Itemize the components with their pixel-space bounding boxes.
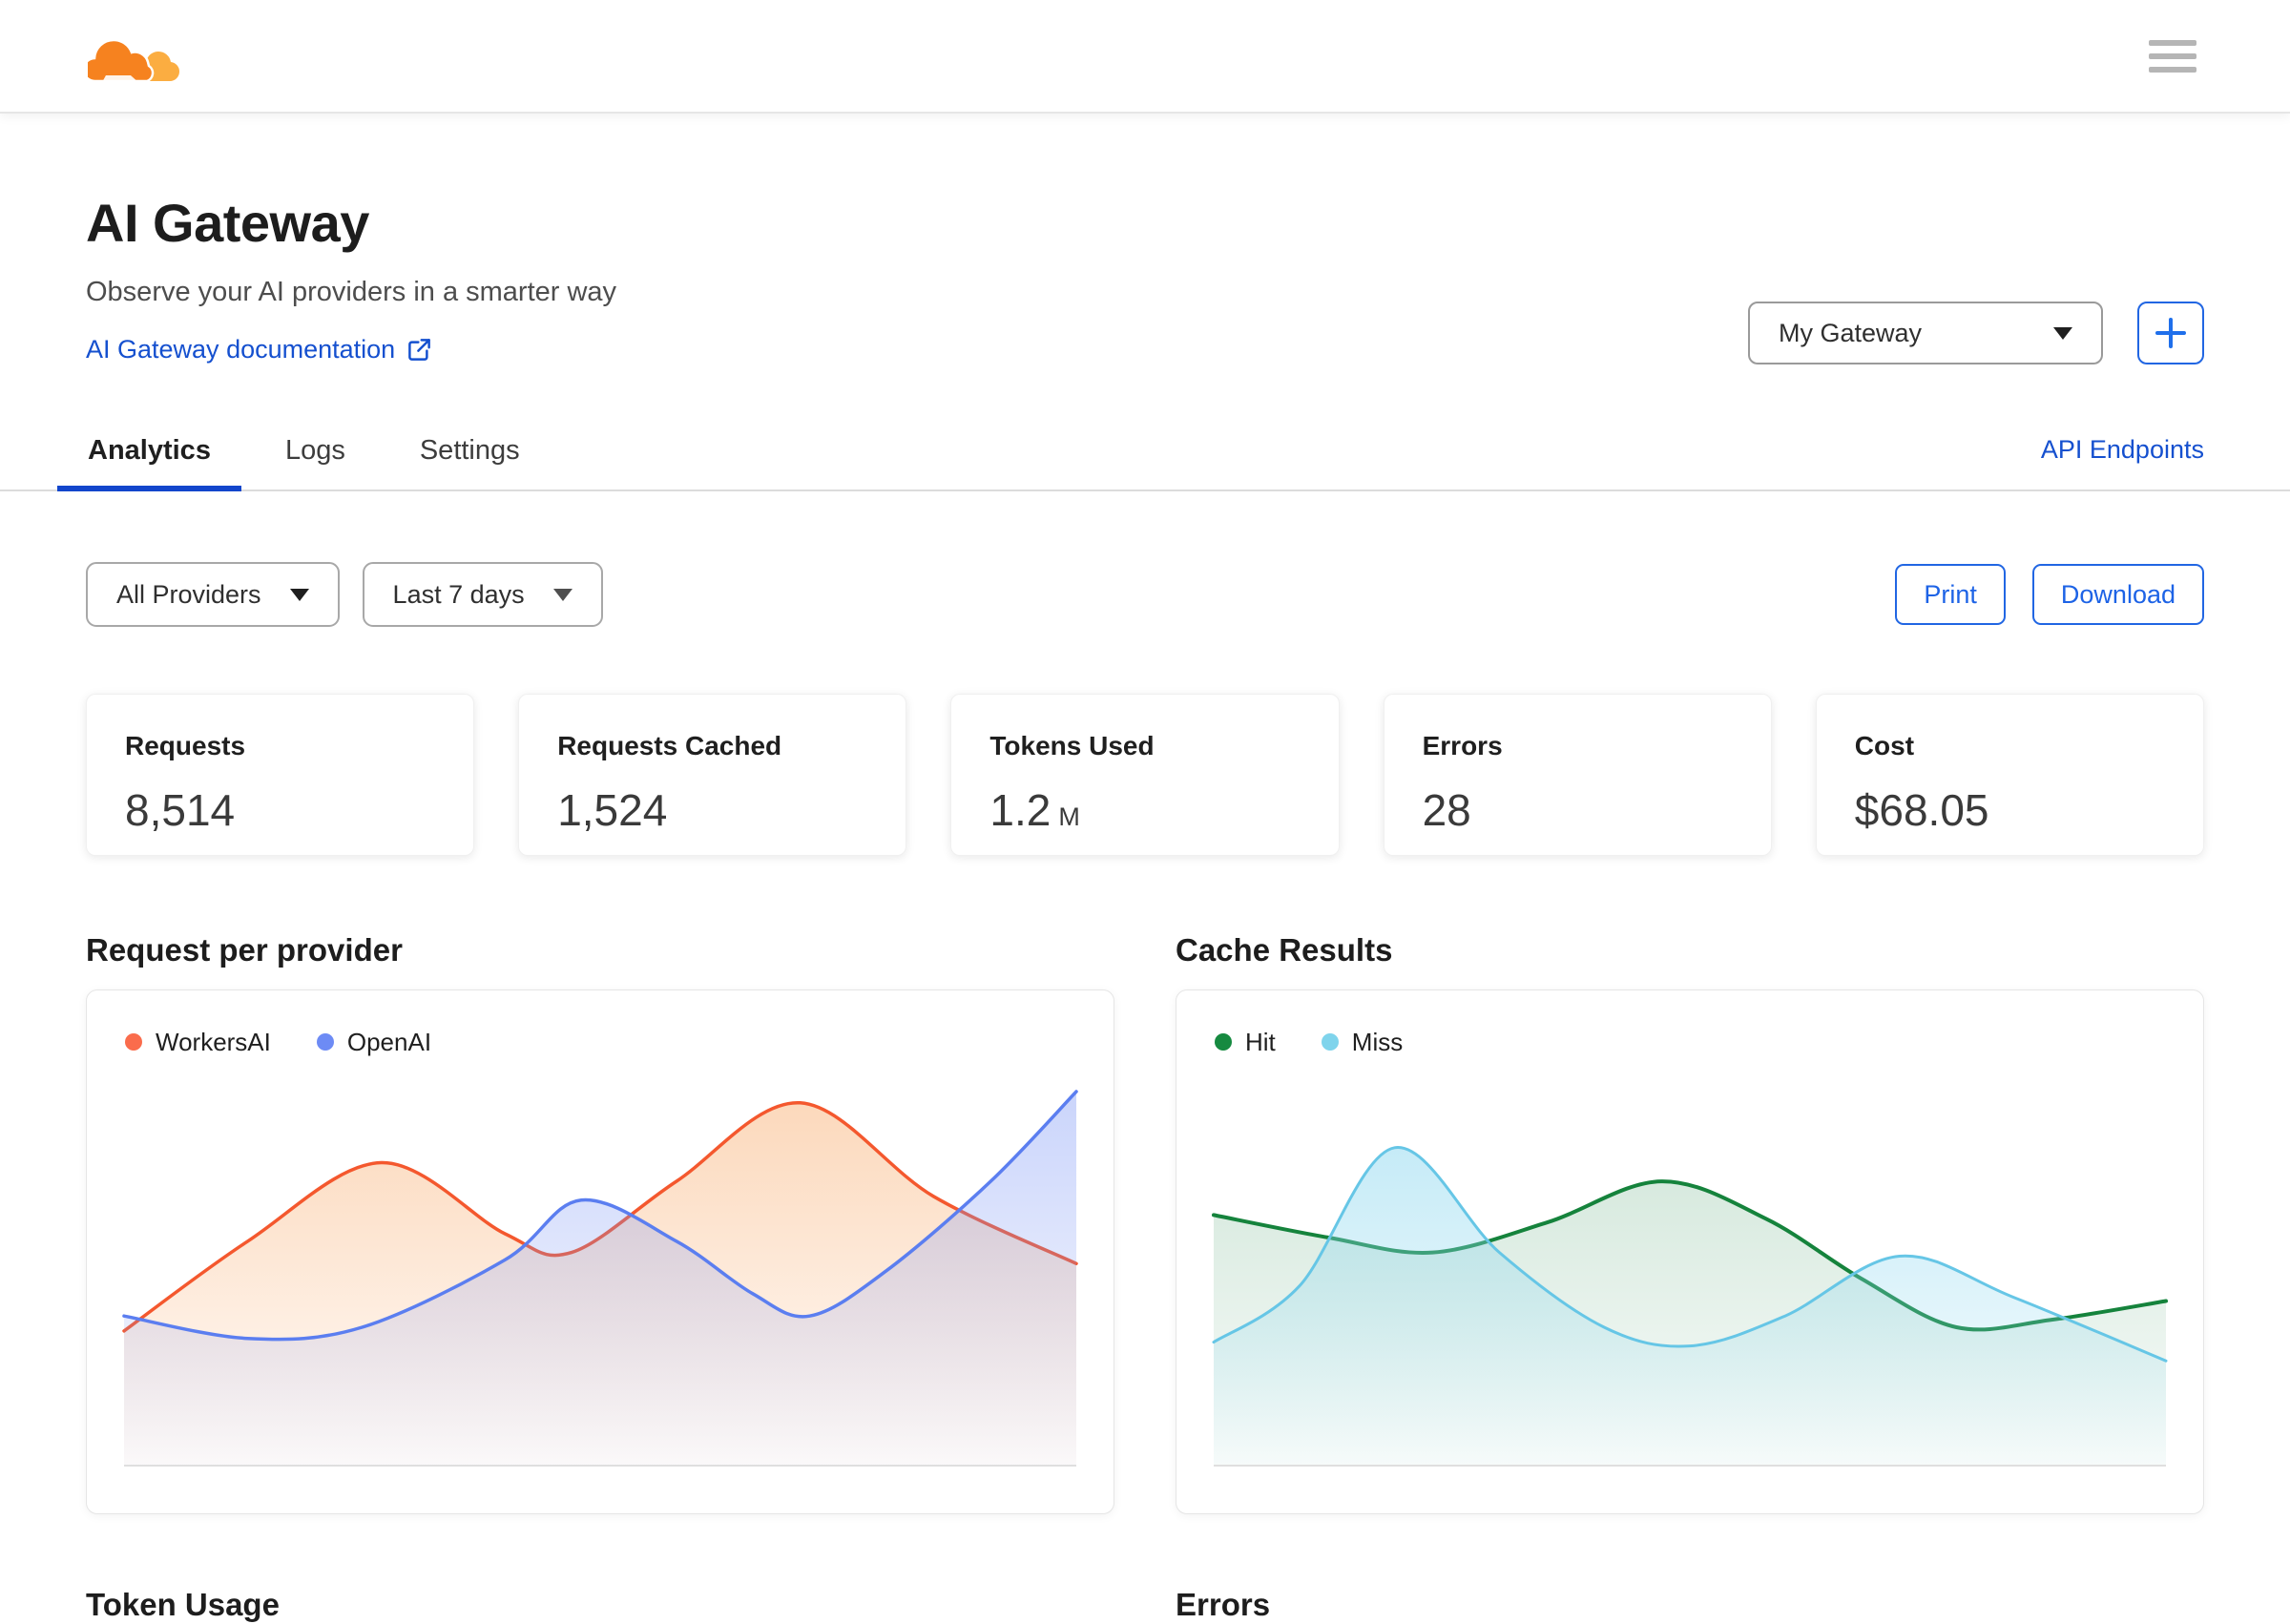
chart-title: Request per provider xyxy=(86,932,403,968)
stat-label: Requests Cached xyxy=(557,731,782,760)
legend-item-openai: OpenAI xyxy=(316,1027,432,1057)
stat-label: Requests xyxy=(125,731,246,760)
legend-item-workersai: WorkersAI xyxy=(125,1028,271,1057)
print-button[interactable]: Print xyxy=(1895,564,2006,625)
legend-dot-icon xyxy=(1215,1033,1232,1051)
more-charts-row: Token Usage Errors xyxy=(86,1587,2204,1623)
gateway-controls: My Gateway xyxy=(1748,302,2204,364)
tab-logs-label: Logs xyxy=(284,435,345,466)
chevron-down-icon xyxy=(552,588,572,601)
page-title: AI Gateway xyxy=(86,193,369,253)
provider-filter-select[interactable]: All Providers xyxy=(86,562,340,627)
tab-analytics-label: Analytics xyxy=(88,435,211,466)
tab-analytics[interactable]: Analytics xyxy=(57,426,241,491)
legend-dot-icon xyxy=(316,1033,334,1051)
stat-value-suffix: M xyxy=(1058,802,1081,831)
cloudflare-cloud-icon xyxy=(88,38,179,82)
chart-card: WorkersAI OpenAI xyxy=(86,989,1114,1514)
chart-title-errors: Errors xyxy=(1176,1587,1271,1622)
documentation-link[interactable]: AI Gateway documentation xyxy=(86,335,432,364)
plus-icon xyxy=(2155,318,2186,348)
stats-row: Requests 8,514 Requests Cached 1,524 Tok… xyxy=(86,694,2204,856)
legend-label: Miss xyxy=(1351,1027,1404,1056)
stat-value: $68.05 xyxy=(1854,785,1989,835)
stat-card-requests: Requests 8,514 xyxy=(86,694,475,856)
tab-bar: Analytics Logs Settings API Endpoints xyxy=(0,426,2290,491)
api-endpoints-link[interactable]: API Endpoints xyxy=(2041,435,2204,489)
legend-item-miss: Miss xyxy=(1321,1027,1404,1057)
chevron-down-icon xyxy=(289,588,309,601)
gateway-select[interactable]: My Gateway xyxy=(1748,302,2103,364)
tab-settings-label: Settings xyxy=(419,435,520,466)
hamburger-bar xyxy=(2149,39,2196,46)
ai-gateway-page: AI Gateway Observe your AI providers in … xyxy=(0,0,2290,1624)
stat-card-tokens-used: Tokens Used 1.2 M xyxy=(950,694,1340,856)
stat-card-requests-cached: Requests Cached 1,524 xyxy=(518,694,907,856)
area-chart-cache-results xyxy=(1211,1146,2169,1467)
page-head-left: AI Gateway Observe your AI providers in … xyxy=(86,192,616,364)
chart-title-token-usage: Token Usage xyxy=(86,1587,280,1622)
legend-item-hit: Hit xyxy=(1215,1028,1276,1057)
cloudflare-logo[interactable] xyxy=(88,26,179,87)
chart-legend: WorkersAI OpenAI xyxy=(119,1025,1081,1059)
legend-label: WorkersAI xyxy=(156,1027,271,1056)
stat-label: Cost xyxy=(1854,731,1915,760)
download-button[interactable]: Download xyxy=(2031,564,2204,625)
stat-card-errors: Errors 28 xyxy=(1383,694,1772,856)
chart-cache-results: Cache Results Hit Miss xyxy=(1176,932,2204,1514)
chart-legend: Hit Miss xyxy=(1209,1025,2171,1059)
tab-logs[interactable]: Logs xyxy=(255,426,376,489)
stat-value: 1,524 xyxy=(557,785,668,835)
hamburger-bar xyxy=(2149,52,2196,59)
page-subtitle: Observe your AI providers in a smarter w… xyxy=(86,277,617,307)
stat-value: 1.2 M xyxy=(989,785,1081,835)
legend-label: Hit xyxy=(1245,1027,1276,1056)
stat-value: 28 xyxy=(1422,785,1471,835)
date-range-select[interactable]: Last 7 days xyxy=(362,562,603,627)
page-head: AI Gateway Observe your AI providers in … xyxy=(86,192,2204,364)
stat-label: Tokens Used xyxy=(989,731,1155,760)
legend-label: OpenAI xyxy=(346,1027,432,1056)
gateway-select-value: My Gateway xyxy=(1779,318,1923,347)
chart-card: Hit Miss xyxy=(1176,989,2204,1514)
chart-title: Cache Results xyxy=(1176,932,1393,968)
legend-dot-icon xyxy=(1321,1033,1339,1051)
hamburger-bar xyxy=(2149,66,2196,73)
external-link-icon xyxy=(408,339,431,361)
main-content: AI Gateway Observe your AI providers in … xyxy=(0,192,2290,1623)
top-nav-bar xyxy=(0,0,2290,114)
chart-request-per-provider: Request per provider WorkersAI OpenAI xyxy=(86,932,1114,1514)
menu-button[interactable] xyxy=(2149,39,2196,73)
filter-toolbar: All Providers Last 7 days Print Download xyxy=(86,562,2204,627)
stat-card-cost: Cost $68.05 xyxy=(1815,694,2204,856)
charts-row: Request per provider WorkersAI OpenAI Ca… xyxy=(86,932,2204,1514)
area-chart-request-per-provider xyxy=(122,1090,1078,1467)
legend-dot-icon xyxy=(125,1033,142,1051)
stat-value: 8,514 xyxy=(125,785,236,835)
provider-filter-value: All Providers xyxy=(116,579,261,609)
documentation-link-label: AI Gateway documentation xyxy=(86,335,396,364)
date-range-value: Last 7 days xyxy=(392,579,525,609)
tab-settings[interactable]: Settings xyxy=(389,426,551,489)
chevron-down-icon xyxy=(2053,326,2072,340)
add-gateway-button[interactable] xyxy=(2137,302,2204,364)
stat-label: Errors xyxy=(1422,731,1503,760)
